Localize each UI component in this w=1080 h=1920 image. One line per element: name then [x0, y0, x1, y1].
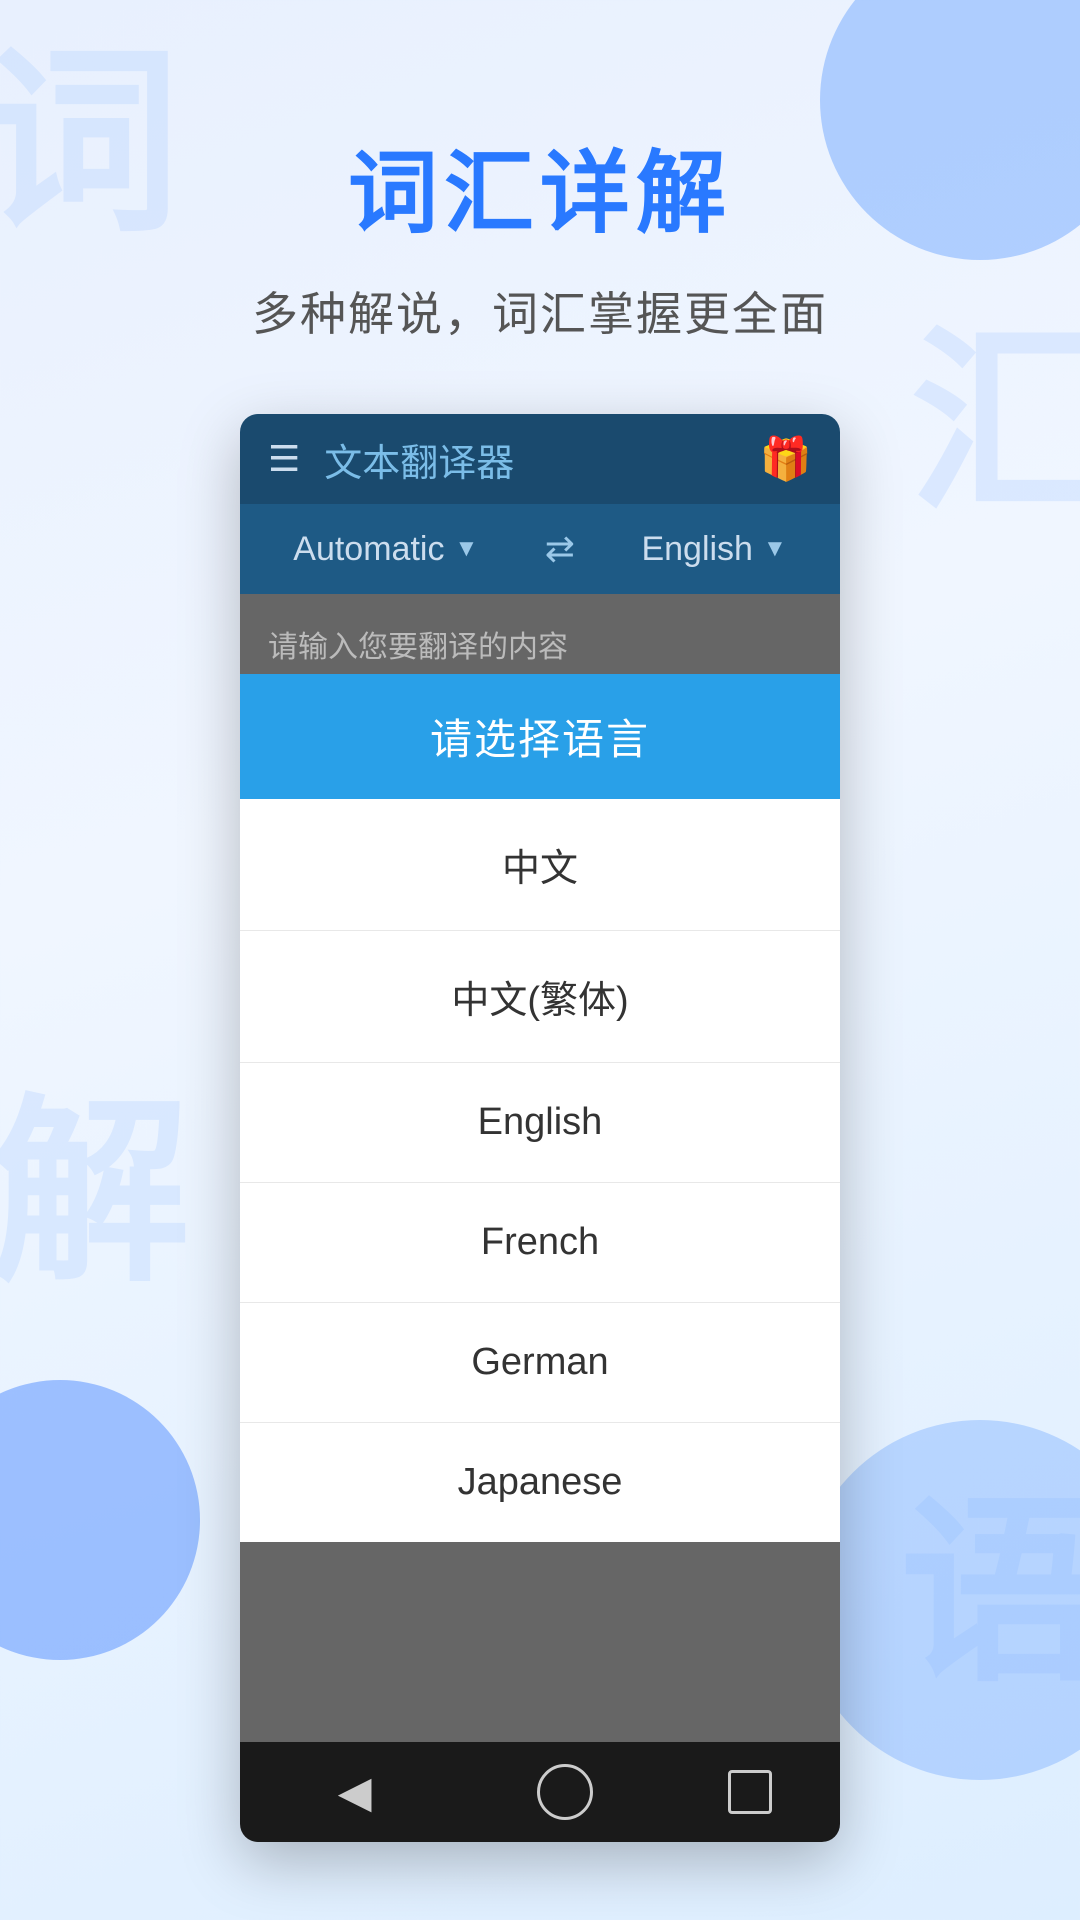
- bg-circle-bottom-left: [0, 1380, 200, 1660]
- dialog-header: 请选择语言: [240, 674, 840, 799]
- from-language-dropdown-icon: ▼: [454, 535, 478, 563]
- home-button[interactable]: [537, 1764, 593, 1820]
- from-language-selector[interactable]: Automatic ▼: [293, 530, 478, 569]
- input-placeholder-text: 请输入您要翻译的内容: [268, 631, 568, 664]
- language-option-chinese-traditional[interactable]: 中文(繁体): [240, 931, 840, 1063]
- gift-icon[interactable]: 🎁: [760, 435, 812, 484]
- to-language-label: English: [641, 530, 753, 569]
- page-title: 词汇详解: [0, 120, 1080, 250]
- menu-icon[interactable]: ☰: [268, 441, 300, 477]
- language-option-chinese-simplified[interactable]: 中文: [240, 799, 840, 931]
- app-title: 文本翻译器: [324, 432, 759, 487]
- navigation-bar: ◀: [240, 1742, 840, 1842]
- bg-circle-bottom-right: [800, 1420, 1080, 1780]
- to-language-dropdown-icon: ▼: [763, 535, 787, 563]
- language-option-japanese[interactable]: Japanese: [240, 1423, 840, 1542]
- below-dialog-area: [240, 1542, 840, 1742]
- app-toolbar: ☰ 文本翻译器 🎁: [240, 414, 840, 504]
- page-subtitle: 多种解说，词汇掌握更全面: [0, 278, 1080, 344]
- dialog-title: 请选择语言: [430, 716, 650, 763]
- to-language-selector[interactable]: English ▼: [641, 530, 786, 569]
- translation-input-area[interactable]: 请输入您要翻译的内容: [240, 594, 840, 674]
- watermark-3: 解: [0, 1030, 190, 1320]
- swap-language-icon[interactable]: ⇄: [545, 528, 575, 570]
- language-selector-bar: Automatic ▼ ⇄ English ▼: [240, 504, 840, 594]
- recent-apps-button[interactable]: [728, 1770, 772, 1814]
- language-selection-dialog: 请选择语言 中文 中文(繁体) English French German Ja…: [240, 674, 840, 1542]
- from-language-label: Automatic: [293, 530, 444, 569]
- app-mockup: ☰ 文本翻译器 🎁 Automatic ▼ ⇄ English ▼ 请输入您要翻…: [240, 414, 840, 1842]
- language-option-french[interactable]: French: [240, 1183, 840, 1303]
- language-option-english[interactable]: English: [240, 1063, 840, 1183]
- back-button[interactable]: ◀: [308, 1757, 402, 1828]
- language-option-german[interactable]: German: [240, 1303, 840, 1423]
- page-header: 词汇详解 多种解说，词汇掌握更全面: [0, 0, 1080, 344]
